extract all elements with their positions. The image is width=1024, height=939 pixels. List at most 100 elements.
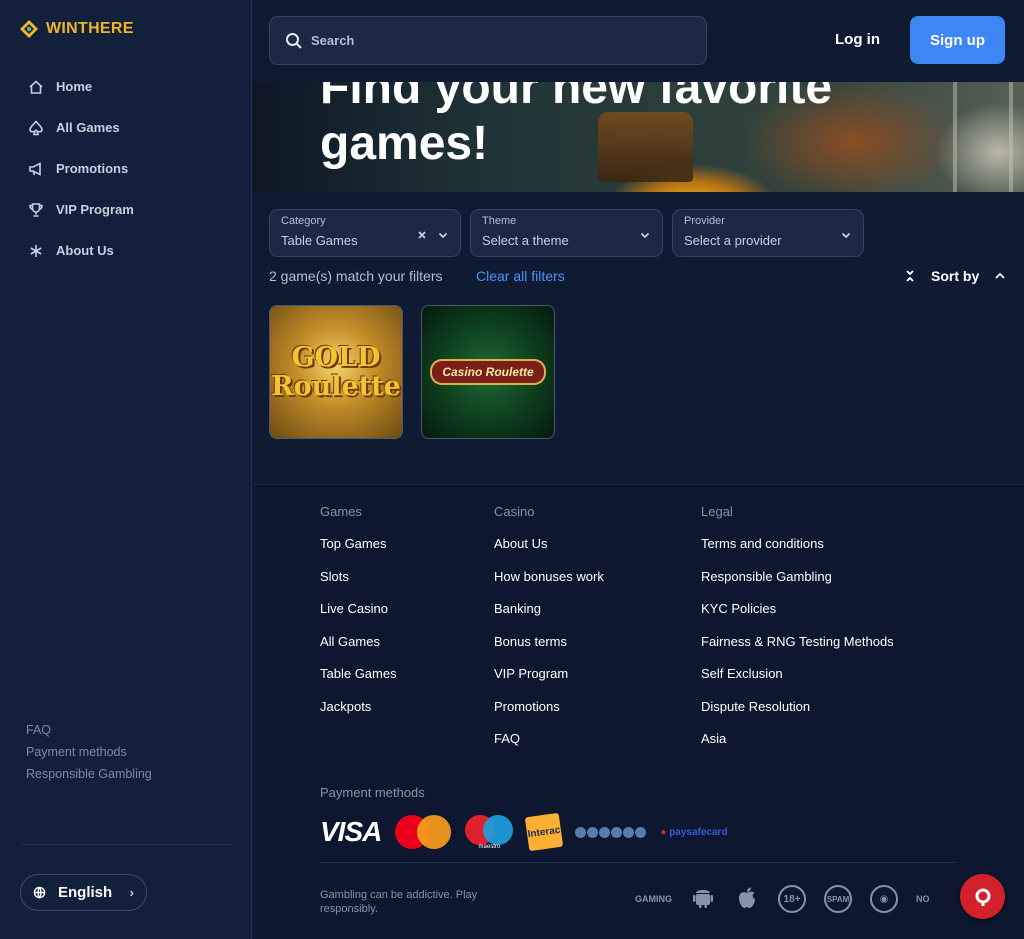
sidebar-divider <box>20 844 232 845</box>
paysafecard-label: paysafecard <box>669 826 728 838</box>
sidebar-item-promotions[interactable]: Promotions <box>28 148 134 189</box>
clear-all-filters-link[interactable]: Clear all filters <box>476 268 565 284</box>
badge-label: GAMING <box>635 893 672 904</box>
footer: Games Top Games Slots Live Casino All Ga… <box>253 484 1024 939</box>
chat-icon <box>975 888 990 906</box>
maestro-logo: maestro <box>465 815 514 850</box>
sidebar-item-label: About Us <box>56 243 114 258</box>
compliance-badges: GAMING 18+ SPAM ◉ NO <box>635 885 930 913</box>
footer-heading: Casino <box>494 504 535 519</box>
sidebar-item-about-us[interactable]: About Us <box>28 230 134 271</box>
responsible-gaming-badge: GAMING <box>635 893 672 904</box>
chevron-down-icon <box>841 227 851 239</box>
eye-badge-icon: ◉ <box>870 885 898 913</box>
gambling-disclaimer: Gambling can be addictive. Play responsi… <box>320 889 478 915</box>
sidebar-link-payment-methods[interactable]: Payment methods <box>26 744 152 766</box>
crypto-coins-icon <box>575 826 647 838</box>
android-icon[interactable] <box>690 885 716 913</box>
language-label: English <box>58 884 113 901</box>
footer-column-casino: Casino About Us How bonuses work Banking… <box>494 505 604 765</box>
sidebar-item-all-games[interactable]: All Games <box>28 107 134 148</box>
sidebar-item-home[interactable]: Home <box>28 66 134 107</box>
footer-divider <box>320 862 956 863</box>
footer-link[interactable]: Asia <box>701 732 894 765</box>
sidebar-nav: Home All Games Promotions VIP Program Ab… <box>28 66 134 271</box>
filter-provider[interactable]: Provider Select a provider <box>672 209 864 257</box>
paysafecard-logo: ● paysafecard <box>660 826 728 838</box>
filter-value: Select a theme <box>482 233 569 248</box>
footer-link[interactable]: Banking <box>494 602 604 635</box>
sidebar-link-responsible-gambling[interactable]: Responsible Gambling <box>26 766 152 788</box>
apple-icon[interactable] <box>734 885 760 913</box>
mastercard-logo <box>395 815 452 849</box>
sidebar-item-label: VIP Program <box>56 202 134 217</box>
footer-link[interactable]: Jackpots <box>320 699 397 733</box>
footer-link[interactable]: Self Exclusion <box>701 667 894 700</box>
language-selector[interactable]: English › <box>20 874 147 911</box>
footer-link[interactable]: Terms and conditions <box>701 537 894 570</box>
game-tile-casino-roulette[interactable]: Casino Roulette <box>421 305 555 439</box>
sort-icon <box>906 270 914 282</box>
footer-link[interactable]: Live Casino <box>320 602 397 635</box>
footer-link[interactable]: Promotions <box>494 699 604 733</box>
clear-filter-icon[interactable] <box>417 227 427 239</box>
brand-logo[interactable]: WINTHERE <box>18 18 134 40</box>
sidebar-item-label: All Games <box>56 120 120 135</box>
trophy-icon <box>29 202 43 217</box>
sidebar-link-faq[interactable]: FAQ <box>26 722 152 744</box>
search-bar[interactable] <box>269 16 707 65</box>
footer-column-games: Games Top Games Slots Live Casino All Ga… <box>320 505 397 732</box>
footer-link[interactable]: Top Games <box>320 537 397 570</box>
interac-logo: Interac <box>525 812 564 852</box>
footer-link[interactable]: Slots <box>320 569 397 603</box>
home-icon <box>29 79 43 94</box>
footer-link[interactable]: How bonuses work <box>494 569 604 603</box>
hero-title: Find your new favorite games! <box>320 82 833 170</box>
no-badge: NO <box>916 893 930 904</box>
footer-link[interactable]: Dispute Resolution <box>701 699 894 733</box>
game-tile-title: Casino Roulette <box>430 359 546 385</box>
footer-link[interactable]: Responsible Gambling <box>701 569 894 603</box>
payment-methods-row: VISA maestro Interac ● paysafecard <box>320 812 728 852</box>
sort-label: Sort by <box>931 268 980 284</box>
brand-name: WINTHERE <box>46 20 134 37</box>
sidebar-item-vip-program[interactable]: VIP Program <box>28 189 134 230</box>
badge-label: 18+ <box>783 893 801 905</box>
search-input[interactable] <box>311 33 671 48</box>
footer-link[interactable]: VIP Program <box>494 667 604 700</box>
footer-column-legal: Legal Terms and conditions Responsible G… <box>701 505 894 765</box>
chevron-down-icon <box>438 227 448 239</box>
login-button[interactable]: Log in <box>820 28 895 52</box>
filter-theme[interactable]: Theme Select a theme <box>470 209 663 257</box>
live-chat-button[interactable] <box>960 874 1005 919</box>
payment-methods-title: Payment methods <box>320 785 425 800</box>
filter-category[interactable]: Category Table Games <box>269 209 461 257</box>
game-tile-gold-roulette[interactable]: GOLD Roulette <box>269 305 403 439</box>
visa-logo: VISA <box>320 816 382 847</box>
sort-by-control[interactable]: Sort by <box>903 268 1007 284</box>
filter-label: Provider <box>684 215 725 227</box>
footer-link[interactable]: About Us <box>494 537 604 570</box>
megaphone-icon <box>29 161 41 176</box>
age-restriction-badge: 18+ <box>778 885 806 913</box>
asterisk-icon <box>30 244 42 257</box>
chevron-up-icon <box>995 272 1005 279</box>
chevron-down-icon <box>640 227 650 239</box>
search-icon <box>286 32 302 49</box>
footer-link[interactable]: Fairness & RNG Testing Methods <box>701 634 894 668</box>
chevron-right-icon: › <box>129 885 134 900</box>
sidebar-item-label: Home <box>56 79 93 94</box>
footer-heading: Games <box>320 504 362 519</box>
footer-link[interactable]: FAQ <box>494 732 604 765</box>
footer-link[interactable]: KYC Policies <box>701 602 894 635</box>
badge-label: NO <box>916 893 930 904</box>
sidebar: WINTHERE Home All Games Promotions VIP P… <box>0 0 252 939</box>
game-tile-title: GOLD Roulette <box>271 342 401 402</box>
badge-label: SPAM <box>826 894 850 904</box>
footer-link[interactable]: Bonus terms <box>494 634 604 668</box>
footer-link[interactable]: Table Games <box>320 667 397 700</box>
skeleton-illustration <box>953 82 1013 192</box>
signup-button[interactable]: Sign up <box>910 16 1005 64</box>
footer-link[interactable]: All Games <box>320 634 397 668</box>
hero-banner: Find your new favorite games! <box>253 82 1024 192</box>
